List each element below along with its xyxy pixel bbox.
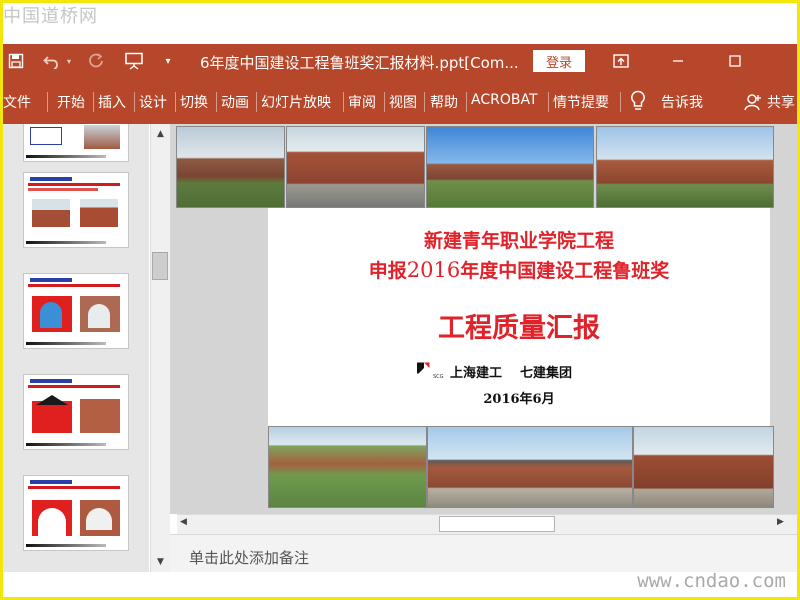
save-icon[interactable] (5, 49, 27, 73)
tab-file[interactable]: 文件 (3, 92, 31, 112)
tab-separator (548, 92, 549, 112)
tab-home[interactable]: 开始 (57, 92, 85, 112)
share-person-icon[interactable] (744, 93, 762, 115)
scroll-down-arrow-icon[interactable]: ▼ (151, 554, 170, 570)
tab-slideshow[interactable]: 幻灯片放映 (261, 92, 331, 112)
tab-separator (343, 92, 344, 112)
login-button[interactable]: 登录 (533, 50, 585, 72)
logo-text: SCG (433, 374, 444, 380)
tab-separator (384, 92, 385, 112)
tab-view[interactable]: 视图 (389, 92, 417, 112)
present-icon[interactable] (121, 49, 147, 73)
ribbon-tab-bar: 文件 开始 插入 设计 切换 动画 幻灯片放映 审阅 视图 帮助 ACROBAT… (3, 78, 800, 124)
share-button[interactable]: 共享 (767, 92, 795, 112)
maximize-icon[interactable] (723, 49, 747, 73)
tab-separator (466, 92, 467, 112)
customize-dropdown-icon[interactable]: ▾ (161, 49, 175, 73)
ribbon-display-icon[interactable] (609, 49, 633, 73)
slide-title-line2: 申报2016年度中国建设工程鲁班奖 (368, 258, 670, 282)
notes-placeholder[interactable]: 单击此处添加备注 (189, 547, 309, 568)
tab-separator (216, 92, 217, 112)
company-logo: SCG (417, 360, 444, 380)
undo-dropdown-icon[interactable]: ▾ (64, 49, 74, 73)
tab-acrobat[interactable]: ACROBAT (471, 92, 538, 108)
tab-review[interactable]: 审阅 (348, 92, 376, 112)
tab-design[interactable]: 设计 (139, 92, 167, 112)
title-bar: ▾ ▾ 6年度中国建设工程鲁班奖汇报材料.ppt[Com... 登录 (3, 44, 800, 78)
tab-transitions[interactable]: 切换 (180, 92, 208, 112)
campus-photo (176, 126, 285, 208)
slide-title-line1: 新建青年职业学院工程 (423, 230, 614, 252)
tab-separator (424, 92, 425, 112)
slide-thumbnail-pane (3, 124, 149, 572)
campus-building-photo (633, 426, 774, 508)
scroll-up-arrow-icon[interactable]: ▲ (151, 126, 170, 142)
tab-separator (175, 92, 176, 112)
redo-icon[interactable] (85, 49, 107, 73)
campus-photo (596, 126, 774, 208)
slide-thumbnail[interactable] (23, 374, 129, 450)
lightbulb-icon[interactable] (630, 90, 646, 116)
slide-thumbnail[interactable] (23, 124, 129, 162)
undo-icon[interactable] (41, 49, 63, 73)
tell-me-box[interactable]: 告诉我 (661, 92, 703, 112)
scroll-right-arrow-icon[interactable]: ▶ (777, 517, 784, 527)
tab-separator (256, 92, 257, 112)
tab-separator (93, 92, 94, 112)
campus-photo (426, 126, 594, 208)
watermark-bottom: www.cndao.com (637, 570, 786, 592)
notes-pane[interactable]: 单击此处添加备注 (170, 534, 800, 573)
document-title: 6年度中国建设工程鲁班奖汇报材料.ppt[Com... (200, 54, 519, 72)
campus-photo (286, 126, 425, 208)
campus-stadium-photo (427, 426, 633, 508)
tab-storyboard[interactable]: 情节提要 (553, 92, 609, 112)
tab-insert[interactable]: 插入 (98, 92, 126, 112)
scrollbar-thumb[interactable] (152, 252, 168, 280)
editor-horizontal-scrollbar[interactable]: ◀ ▶ (177, 514, 800, 534)
thumbnail-scrollbar[interactable]: ▲ ▼ (150, 124, 170, 572)
organizer-names: 上海建工 七建集团 (450, 366, 573, 381)
slide-date: 2016年6月 (483, 392, 555, 407)
minimize-icon[interactable] (666, 49, 690, 73)
scroll-left-arrow-icon[interactable]: ◀ (180, 517, 187, 527)
campus-aerial-photo (268, 426, 427, 508)
slide-main-title: 工程质量汇报 (438, 313, 600, 344)
horizontal-scrollbar-thumb[interactable] (439, 516, 555, 532)
tab-help[interactable]: 帮助 (430, 92, 458, 112)
tab-separator (620, 92, 621, 112)
tab-separator (134, 92, 135, 112)
tab-animations[interactable]: 动画 (221, 92, 249, 112)
slide-editor: 新建青年职业学院工程 申报2016年度中国建设工程鲁班奖 工程质量汇报 SCG … (170, 124, 800, 514)
current-slide[interactable]: 新建青年职业学院工程 申报2016年度中国建设工程鲁班奖 工程质量汇报 SCG … (268, 208, 770, 438)
tab-separator (47, 92, 48, 112)
slide-thumbnail[interactable] (23, 172, 129, 248)
slide-thumbnail[interactable] (23, 475, 129, 551)
slide-thumbnail[interactable] (23, 273, 129, 349)
watermark-top: 中国道桥网 (3, 6, 98, 27)
